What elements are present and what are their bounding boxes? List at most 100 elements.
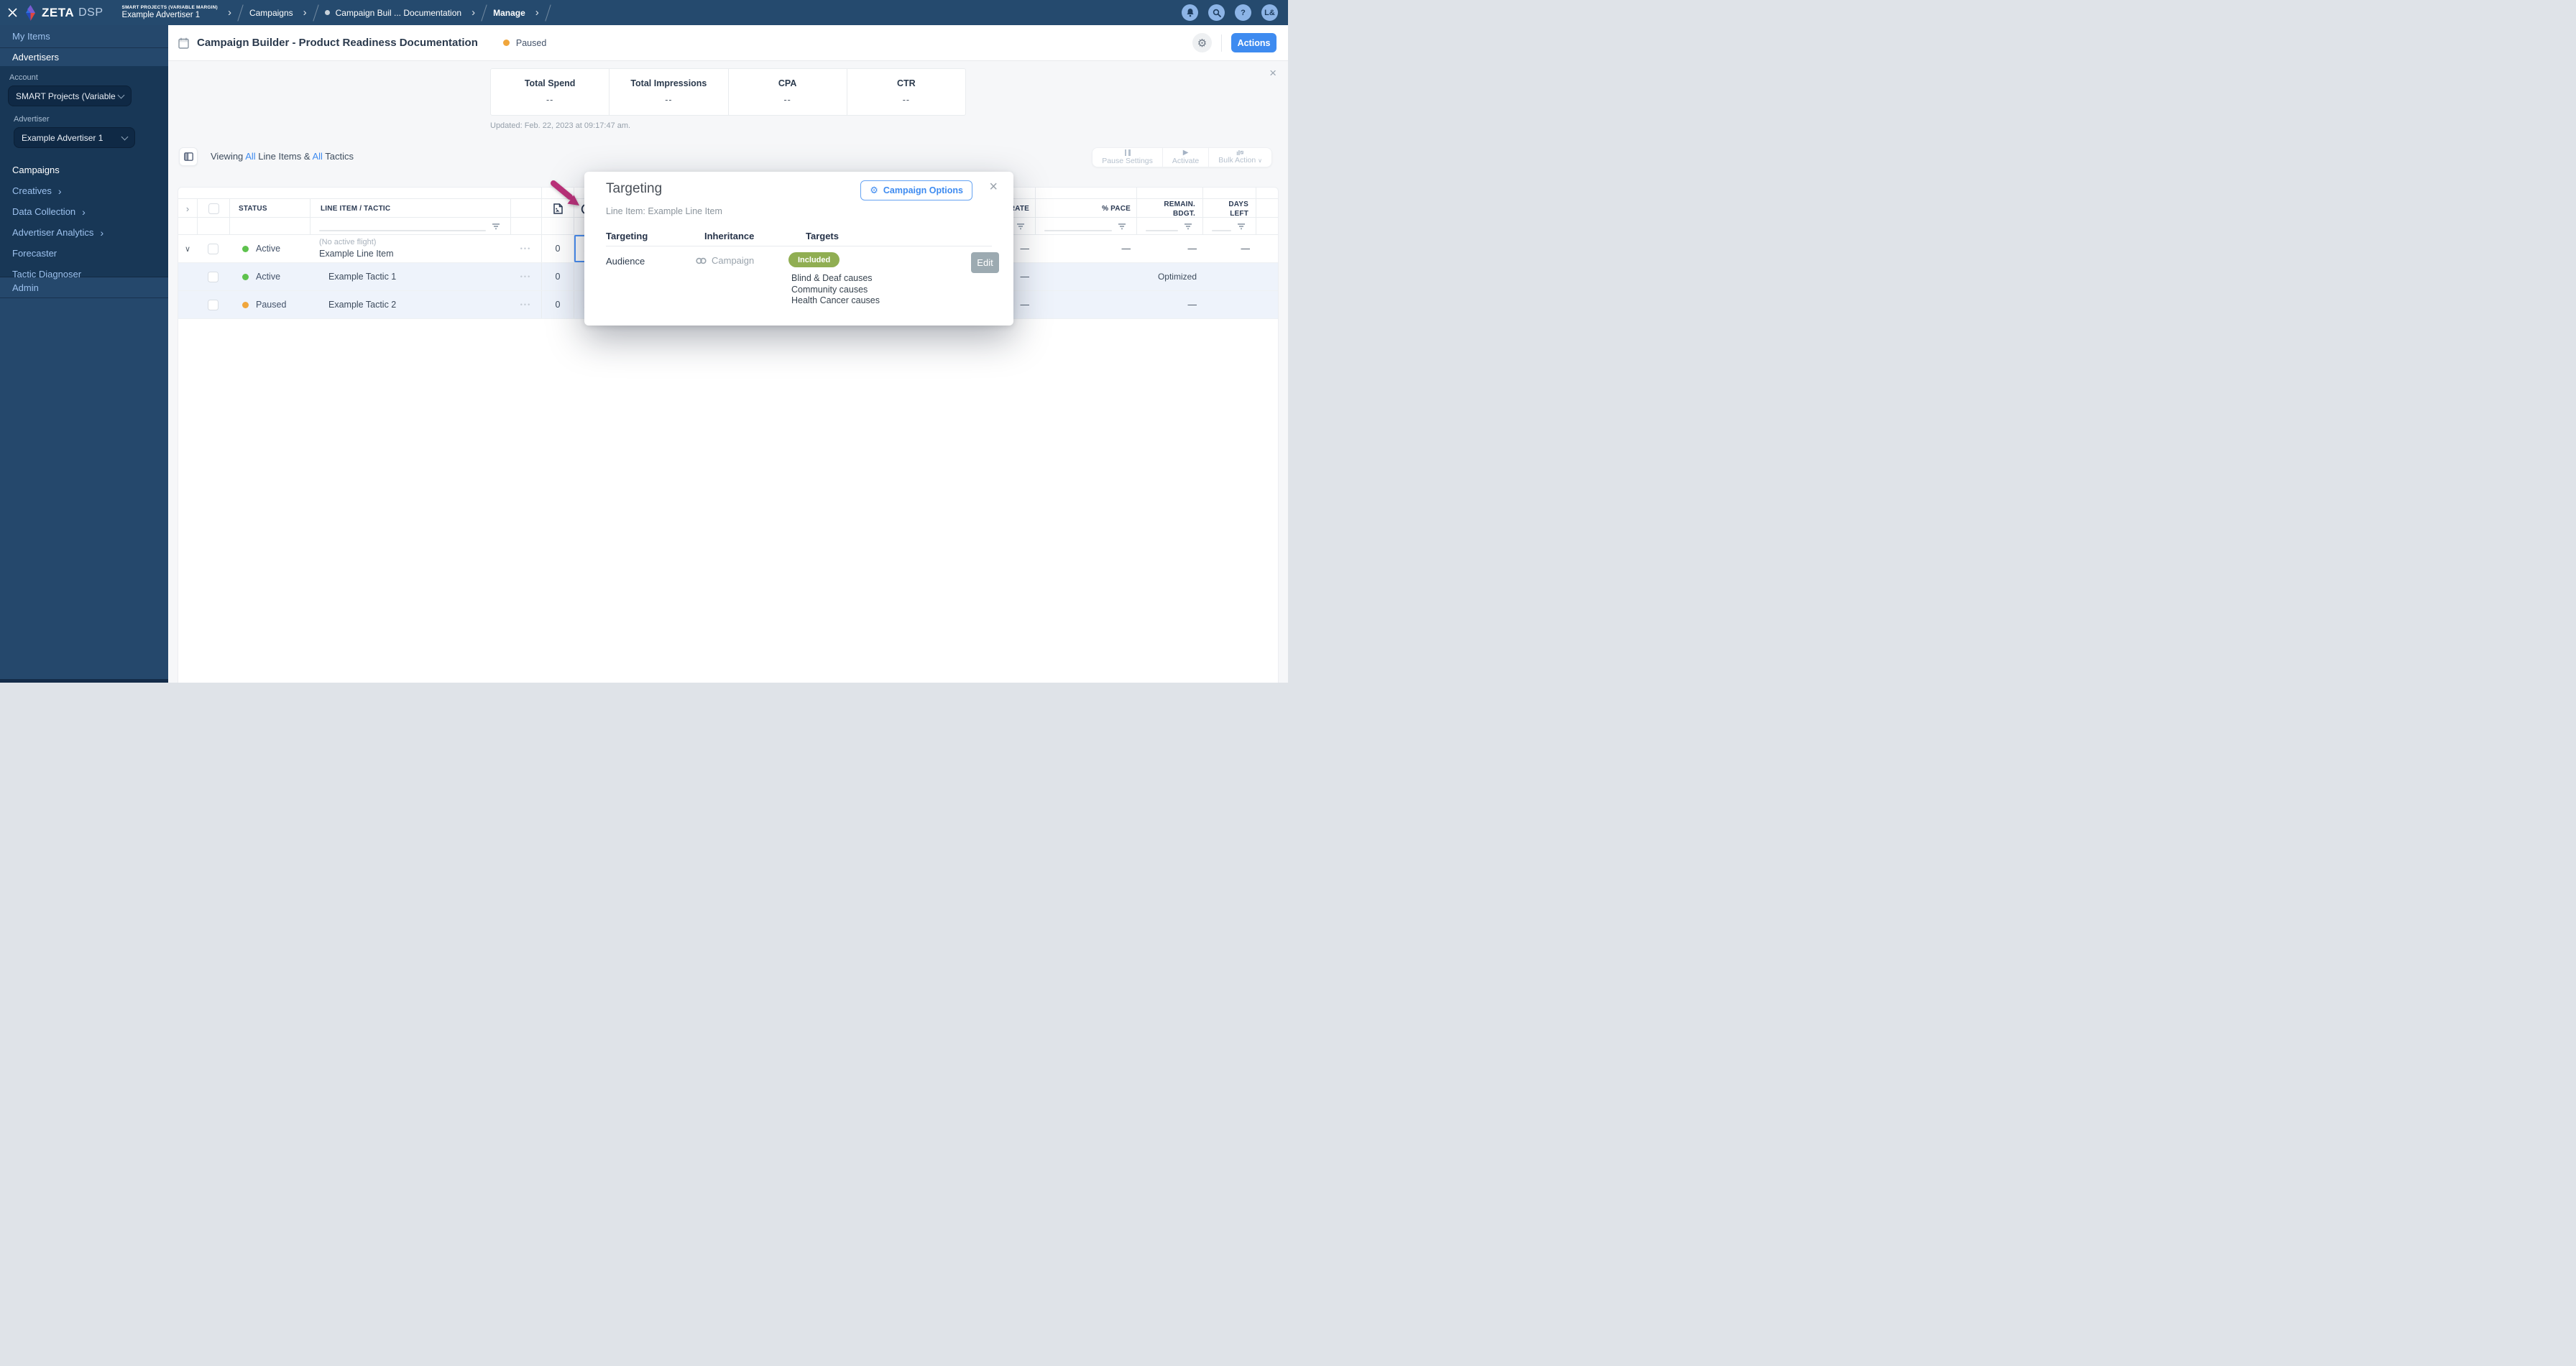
column-header-days-left[interactable]: DAYS LEFT [1202, 199, 1256, 218]
filter-extra[interactable] [1256, 218, 1278, 234]
campaign-options-button[interactable]: ⚙ Campaign Options [860, 180, 972, 200]
logo-zeta-text: ZETA [42, 5, 75, 19]
status-label: Paused [515, 37, 547, 48]
question-mark-icon: ? [1241, 8, 1246, 17]
topbar: ZETA DSP SMART PROJECTS (VARIABLE MARGIN… [0, 0, 1288, 25]
actions-button[interactable]: Actions [1231, 33, 1276, 52]
chevron-right-icon: › [82, 206, 86, 218]
creatives-count-cell[interactable]: 0 [541, 291, 574, 318]
inheritance-value: Campaign [696, 255, 754, 266]
column-header-status[interactable]: STATUS [229, 199, 310, 218]
settings-button[interactable]: ⚙ [1192, 33, 1212, 52]
header-divider [1221, 34, 1222, 52]
calendar-icon [178, 37, 189, 49]
play-icon: ▶ [1182, 148, 1189, 157]
filter-remaining-budget[interactable] [1136, 218, 1202, 234]
tactic-name-cell[interactable]: Example Tactic 2 [310, 291, 510, 318]
sidebar-item-advertisers[interactable]: Advertisers [0, 48, 168, 66]
advertiser-select[interactable]: Example Advertiser 1 [14, 127, 135, 148]
stats-close-icon[interactable]: × [1269, 67, 1276, 79]
row-checkbox[interactable] [208, 271, 218, 282]
columns-button[interactable] [179, 147, 198, 166]
avatar[interactable]: L& [1261, 4, 1278, 21]
help-button[interactable]: ? [1235, 4, 1251, 21]
metric-ctr: CTR -- [846, 69, 965, 115]
bulk-action-icon [1236, 150, 1244, 155]
filter-icon [1184, 223, 1192, 229]
line-item-name-cell[interactable]: (No active flight) Example Line Item [310, 235, 510, 262]
filter-days-left[interactable] [1202, 218, 1256, 234]
target-item: Community causes [791, 284, 868, 295]
targets-list: Blind & Deaf causes Community causes Hea… [791, 273, 880, 307]
chevron-down-icon [117, 91, 125, 98]
sidebar-item-forecaster[interactable]: Forecaster [0, 243, 168, 264]
view-toolbar: Viewing All Line Items & All Tactics Pau… [168, 146, 1288, 167]
filter-line-item[interactable] [310, 218, 510, 234]
sidebar-item-campaigns[interactable]: Campaigns [0, 160, 168, 180]
zeta-dsp-logo[interactable]: ZETA DSP [24, 4, 104, 21]
close-x-icon [7, 8, 17, 17]
collapse-row-chevron[interactable]: ∨ [178, 235, 197, 262]
page-title: Campaign Builder - Product Readiness Doc… [197, 37, 478, 49]
row-checkbox[interactable] [208, 243, 218, 254]
target-item: Blind & Deaf causes [791, 273, 873, 283]
row-menu-button[interactable]: ••• [510, 235, 541, 262]
sidebar-item-data-collection[interactable]: Data Collection › [0, 201, 168, 222]
chevron-right-icon: › [303, 6, 307, 19]
sidebar-item-admin[interactable]: Admin [0, 277, 168, 298]
breadcrumb-campaign[interactable]: Campaign Buil ... Documentation › [324, 7, 475, 18]
sidebar-item-advertiser-analytics[interactable]: Advertiser Analytics › [0, 222, 168, 243]
row-menu-button[interactable]: ••• [510, 263, 541, 290]
remaining-budget-cell: — [1187, 244, 1197, 254]
breadcrumb-advertiser[interactable]: SMART PROJECTS (VARIABLE MARGIN) Example… [122, 5, 231, 21]
expand-all-chevron[interactable]: › [178, 199, 197, 218]
gear-icon: ⚙ [870, 185, 878, 195]
activate-button[interactable]: ▶ Activate [1162, 148, 1208, 167]
breadcrumb-account-name: SMART PROJECTS (VARIABLE MARGIN) [121, 4, 218, 10]
row-checkbox[interactable] [208, 299, 218, 310]
column-header-line-item[interactable]: LINE ITEM / TACTIC [310, 199, 510, 218]
page-header: Campaign Builder - Product Readiness Doc… [168, 25, 1288, 61]
edit-button[interactable]: Edit [971, 252, 999, 273]
row-menu-button[interactable]: ••• [510, 291, 541, 318]
gear-icon: ⚙ [1197, 37, 1208, 50]
close-icon[interactable] [0, 8, 24, 17]
pause-settings-button[interactable]: Pause Settings [1092, 148, 1162, 167]
creatives-count-cell[interactable]: 0 [541, 263, 574, 290]
filter-icon [1118, 223, 1126, 229]
columns-icon [183, 152, 193, 161]
breadcrumb-manage[interactable]: Manage › [493, 7, 539, 18]
modal-col-targets: Targets [806, 231, 839, 241]
search-button[interactable] [1208, 4, 1225, 21]
all-line-items-link[interactable]: All [245, 151, 255, 162]
logo-dsp-text: DSP [78, 6, 104, 19]
account-select-value: SMART Projects (Variable M... [16, 91, 119, 101]
viewing-summary: Viewing All Line Items & All Tactics [211, 151, 354, 162]
column-header-pace[interactable]: % PACE [1035, 199, 1136, 218]
modal-col-inheritance: Inheritance [704, 231, 755, 241]
breadcrumb-advertiser-name: Example Advertiser 1 [121, 10, 201, 19]
avatar-initials: L& [1264, 8, 1275, 17]
sidebar-item-creatives[interactable]: Creatives › [0, 180, 168, 201]
updated-timestamp: Updated: Feb. 22, 2023 at 09:17:47 am. [490, 121, 631, 130]
account-select[interactable]: SMART Projects (Variable M... [8, 86, 132, 106]
bulk-action-label: Bulk Action ∨ [1218, 156, 1262, 165]
tactic-name-cell[interactable]: Example Tactic 1 [310, 263, 510, 290]
filter-pace[interactable] [1035, 218, 1136, 234]
all-tactics-link[interactable]: All [312, 151, 322, 162]
modal-close-icon[interactable]: × [989, 179, 998, 195]
filter-icon [492, 223, 500, 229]
sidebar-item-my-items[interactable]: My Items [0, 25, 168, 48]
column-header-remaining-budget[interactable]: REMAIN. BDGT. [1136, 199, 1202, 218]
breadcrumb-campaigns[interactable]: Campaigns › [249, 7, 307, 18]
modal-title: Targeting [606, 181, 663, 196]
creatives-count-cell[interactable]: 0 [541, 235, 574, 262]
advertiser-label: Advertiser [14, 115, 50, 124]
active-dot-icon [242, 245, 249, 252]
days-left-cell: — [1241, 244, 1251, 254]
notifications-button[interactable] [1182, 4, 1198, 21]
bulk-action-button[interactable]: Bulk Action ∨ [1208, 148, 1271, 167]
metric-cpa: CPA -- [727, 69, 847, 115]
app-screen: ZETA DSP SMART PROJECTS (VARIABLE MARGIN… [0, 0, 1288, 683]
select-all-checkbox[interactable] [208, 203, 219, 214]
